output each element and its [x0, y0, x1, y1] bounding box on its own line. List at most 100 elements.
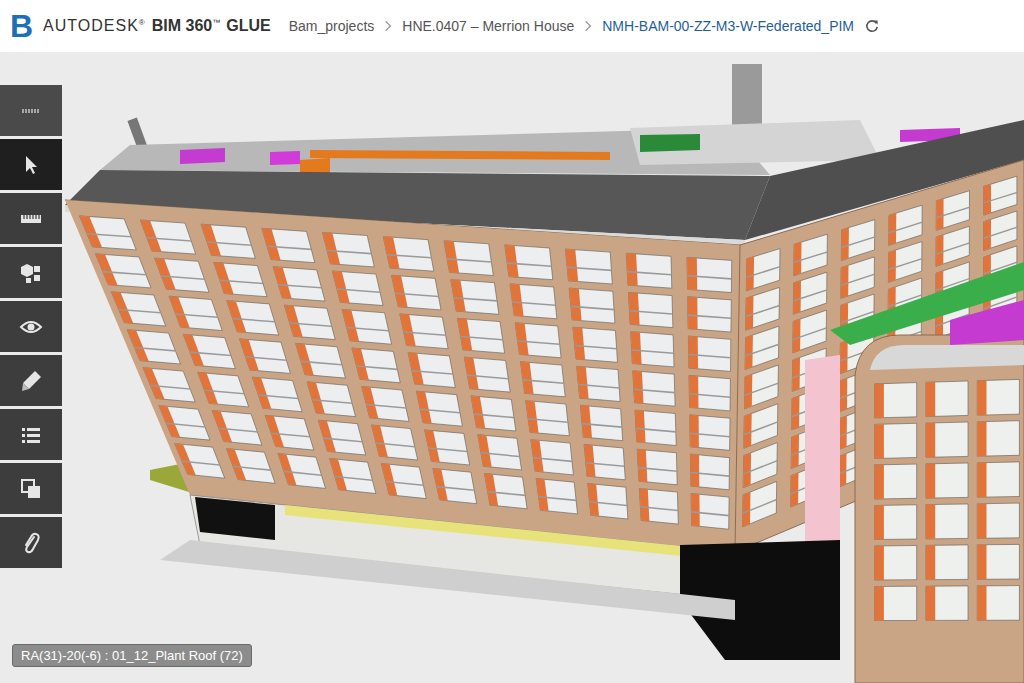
window: [383, 237, 434, 272]
window: [626, 253, 672, 288]
window-column: [690, 415, 699, 448]
logo-letter: B: [10, 8, 33, 45]
window-slab: [190, 351, 231, 356]
measure-tool[interactable]: [0, 193, 62, 244]
view-tool[interactable]: [0, 301, 62, 352]
window: [889, 205, 922, 245]
window: [841, 220, 875, 261]
window-slab: [691, 472, 730, 477]
breadcrumb-item[interactable]: Bam_projects: [289, 18, 375, 34]
window: [977, 586, 1019, 621]
window: [639, 489, 678, 525]
window-slab: [161, 275, 205, 280]
paperclip-icon: [19, 531, 43, 555]
window-column: [635, 410, 646, 443]
window-column: [977, 463, 986, 498]
window-column: [451, 280, 466, 312]
window: [588, 484, 628, 520]
window-slab: [437, 486, 475, 491]
overlap-icon: [19, 477, 43, 501]
window-column: [639, 489, 649, 522]
window: [926, 463, 968, 498]
window-column: [478, 435, 492, 467]
window: [471, 396, 516, 431]
window-slab: [118, 309, 160, 314]
breadcrumb-item[interactable]: NMH-BAM-00-ZZ-M3-W-Federated_PIM: [602, 18, 854, 34]
window-column: [926, 545, 935, 579]
window-column: [626, 253, 637, 286]
window-slab: [793, 289, 826, 302]
window: [635, 410, 676, 445]
window: [372, 425, 418, 460]
grip-tool[interactable]: [0, 85, 62, 136]
window-column: [977, 381, 986, 416]
window-column: [588, 484, 599, 517]
bim-glue-app: B AUTODESK® BIM 360™ GLUE Bam_projects H…: [0, 0, 1024, 683]
window-column: [332, 271, 349, 303]
refresh-icon[interactable]: [864, 18, 880, 34]
explode-tool[interactable]: [0, 247, 62, 298]
window-column: [183, 334, 204, 366]
window-slab: [629, 310, 672, 315]
window-slab: [447, 258, 492, 263]
window: [536, 479, 577, 514]
window-slab: [454, 297, 497, 302]
model-viewport[interactable]: RA(31)-20(-6) : 01_12_Plant Roof (72): [0, 52, 1024, 683]
window-column: [840, 378, 848, 411]
window-slab: [327, 250, 372, 255]
window-column: [330, 459, 347, 491]
select-tool[interactable]: [0, 139, 62, 190]
window-slab: [936, 207, 969, 219]
window-slab: [87, 233, 132, 238]
window-slab: [290, 322, 332, 327]
window-slab: [376, 442, 415, 447]
window: [296, 343, 346, 378]
window-slab: [889, 258, 922, 270]
window: [926, 381, 968, 417]
product-logo[interactable]: B AUTODESK® BIM 360™ GLUE: [10, 8, 271, 45]
breadcrumb-item[interactable]: HNE.0407 – Merrion House: [402, 18, 574, 34]
window-column: [381, 464, 397, 496]
window: [240, 339, 291, 374]
attach-tool[interactable]: [0, 517, 62, 568]
window-slab: [323, 437, 362, 442]
window-slab: [627, 271, 671, 276]
window: [743, 481, 777, 527]
window-column: [888, 250, 896, 283]
window-column: [212, 411, 232, 443]
window: [569, 288, 615, 323]
list-tool[interactable]: [0, 409, 62, 460]
window: [690, 454, 729, 490]
product-name: BIM 360™: [152, 17, 220, 35]
window: [687, 257, 732, 292]
window-slab: [507, 262, 551, 267]
pavement: [160, 540, 735, 620]
window-column: [252, 377, 271, 409]
window: [984, 176, 1017, 215]
window-slab: [147, 237, 192, 242]
window-slab: [271, 432, 310, 437]
window: [400, 314, 448, 349]
window-column: [690, 454, 699, 487]
orange-duct: [310, 150, 610, 160]
window-column: [531, 440, 544, 472]
window-column: [140, 220, 161, 252]
window-slab: [578, 384, 619, 389]
layers-tool[interactable]: [0, 463, 62, 514]
window-slab: [523, 379, 564, 384]
window-column: [175, 444, 196, 476]
window-slab: [150, 385, 190, 390]
window-slab: [337, 288, 380, 293]
window-slab: [634, 388, 675, 393]
window-column: [159, 406, 180, 438]
window: [111, 292, 165, 326]
markup-tool[interactable]: [0, 355, 62, 406]
window: [690, 415, 730, 451]
window-slab: [175, 313, 218, 318]
window-column: [433, 469, 448, 501]
building-model[interactable]: [0, 52, 1024, 683]
window: [633, 371, 675, 406]
window: [362, 387, 409, 422]
window: [745, 365, 779, 409]
window-column: [485, 474, 499, 506]
